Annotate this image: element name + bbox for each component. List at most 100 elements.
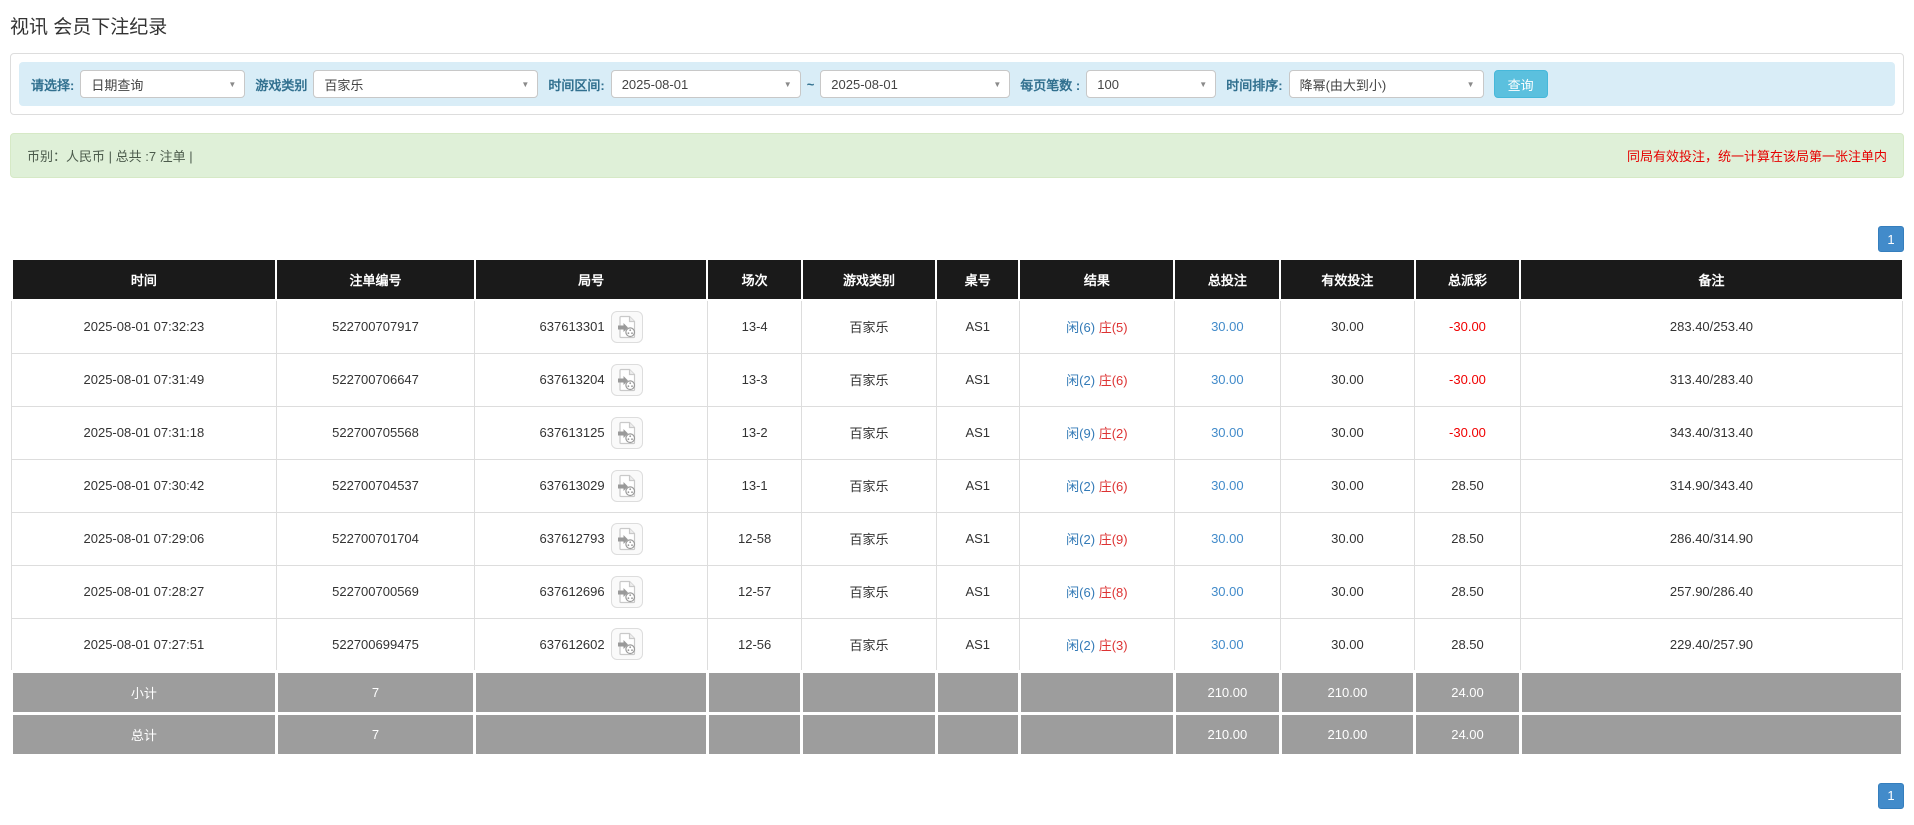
cell-valid-bet: 30.00 [1279,458,1416,513]
date-from-input[interactable]: 2025-08-01 ▼ [610,70,801,98]
page-1-button[interactable]: 1 [1878,226,1904,252]
total-bet-link[interactable]: 30.00 [1211,637,1244,652]
video-file-icon [617,421,635,444]
summary-bar: 币别：人民币 | 总共 :7 注单 | 同局有效投注，统一计算在该局第一张注单内 [10,133,1904,178]
table-row: 2025-08-01 07:32:23 522700707917 6376133… [11,299,1904,354]
table-row: 2025-08-01 07:29:06 522700701704 6376127… [11,511,1904,566]
column-header-bet-no: 注单编号 [275,258,476,301]
total-bet-link[interactable]: 30.00 [1211,319,1244,334]
cell-valid-bet: 30.00 [1279,564,1416,619]
page-size-input[interactable]: 100 ▼ [1086,70,1217,98]
query-type-label: 请选择: [31,77,75,93]
total-bet-link[interactable]: 30.00 [1211,584,1244,599]
subtotal-empty [800,669,938,715]
cell-remark: 283.40/253.40 [1519,299,1904,354]
filter-bar: 请选择: 日期查询 ▼ 游戏类别 百家乐 ▼ 时间区间: 2025-08-01 … [19,62,1895,106]
video-file-icon [617,527,635,550]
grand-total-empty [934,711,1021,757]
subtotal-total-bet: 210.00 [1172,669,1282,715]
game-type-value: 百家乐 [324,77,364,93]
cell-valid-bet: 30.00 [1279,352,1416,407]
cell-result: 闲(2) 庄(9) [1018,511,1175,566]
subtotal-empty [1518,669,1905,715]
sort-order-select[interactable]: 降幂(由大到小) ▼ [1288,70,1484,98]
cell-total-bet: 30.00 [1173,511,1281,566]
table-row: 2025-08-01 07:30:42 522700704537 6376130… [11,458,1904,513]
chevron-down-icon[interactable]: ▼ [513,71,537,97]
cell-round-no: 637612602 [474,617,708,672]
payout-value: -30.00 [1449,425,1486,440]
total-bet-link[interactable]: 30.00 [1211,425,1244,440]
cell-bet-no: 522700700569 [275,564,476,619]
cell-round-no: 637612696 [474,564,708,619]
cell-table-no: AS1 [935,458,1020,513]
video-replay-button[interactable] [610,575,643,608]
cell-session: 13-2 [706,405,803,460]
page-1-button[interactable]: 1 [1878,782,1904,809]
game-type-select[interactable]: 百家乐 ▼ [313,70,539,98]
chevron-down-icon[interactable]: ▼ [220,71,244,97]
column-header-session: 场次 [706,258,803,301]
round-no-value: 637613204 [539,372,605,387]
subtotal-payout: 24.00 [1413,669,1522,715]
grand-total-empty [1518,711,1905,757]
result-player: 闲(6) [1066,585,1096,600]
chevron-down-icon[interactable]: ▼ [1191,71,1215,97]
video-replay-button[interactable] [610,363,643,396]
cell-total-bet: 30.00 [1173,617,1281,672]
query-type-select[interactable]: 日期查询 ▼ [80,70,246,98]
total-bet-link[interactable]: 30.00 [1211,531,1244,546]
table-row: 2025-08-01 07:28:27 522700700569 6376126… [11,564,1904,619]
date-to-value: 2025-08-01 [831,76,898,92]
cell-table-no: AS1 [935,352,1020,407]
result-player: 闲(2) [1066,637,1096,653]
round-no-value: 637612602 [539,636,605,652]
date-to-input[interactable]: 2025-08-01 ▼ [820,70,1011,98]
pagination-top: 1 [10,226,1904,252]
subtotal-empty [934,669,1021,715]
total-bet-link[interactable]: 30.00 [1211,478,1244,493]
result-player: 闲(9) [1066,426,1096,441]
time-range-label: 时间区间: [548,77,605,93]
cell-total-bet: 30.00 [1173,352,1281,407]
cell-total-bet: 30.00 [1173,458,1281,513]
video-replay-button[interactable] [610,416,643,449]
video-replay-button[interactable] [610,469,643,502]
video-file-icon [617,474,635,497]
cell-session: 13-1 [706,458,803,513]
result-banker: 庄(9) [1098,532,1128,547]
column-header-table-no: 桌号 [935,258,1021,301]
chevron-down-icon[interactable]: ▼ [1459,71,1483,97]
game-type-label: 游戏类别 [255,77,308,93]
video-replay-button[interactable] [610,522,643,555]
column-header-game-type: 游戏类别 [800,258,938,301]
sort-order-value: 降幂(由大到小) [1299,77,1387,93]
cell-payout: 28.50 [1414,458,1521,513]
cell-session: 13-4 [706,299,803,354]
round-no-value: 637613301 [539,319,605,335]
cell-time: 2025-08-01 07:31:49 [11,352,277,407]
chevron-down-icon[interactable]: ▼ [776,71,800,97]
cell-round-no: 637612793 [474,511,708,566]
total-bet-link[interactable]: 30.00 [1211,372,1244,387]
cell-session: 12-56 [706,617,803,672]
cell-table-no: AS1 [935,511,1020,566]
table-header-row: 时间 注单编号 局号 场次 游戏类别 桌号 结果 总投注 有效投注 总派彩 备注 [10,258,1904,301]
result-player: 闲(2) [1066,373,1096,388]
cell-bet-no: 522700706647 [275,352,476,407]
video-replay-button[interactable] [610,310,643,343]
grand-total-empty [705,711,804,757]
cell-valid-bet: 30.00 [1279,617,1416,672]
chevron-down-icon[interactable]: ▼ [985,71,1009,97]
cell-table-no: AS1 [935,405,1020,460]
cell-valid-bet: 30.00 [1279,405,1416,460]
search-button[interactable]: 查询 [1493,70,1548,98]
result-player: 闲(2) [1066,479,1096,494]
cell-total-bet: 30.00 [1173,564,1281,619]
pagination-bottom: 1 [10,782,1904,809]
cell-time: 2025-08-01 07:29:06 [11,511,277,566]
column-header-time: 时间 [10,258,278,301]
subtotal-empty [473,669,709,715]
cell-result: 闲(2) 庄(6) [1018,458,1175,513]
video-replay-button[interactable] [610,628,643,660]
